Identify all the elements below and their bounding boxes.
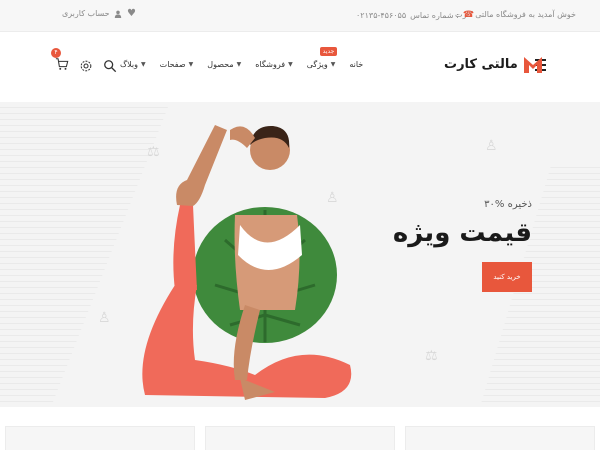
contact-phone: ۰۲۱۳۵-۴۵۶۰۵۵ شماره تماس : ☎ — [356, 10, 474, 20]
phone-icon: ☎ — [462, 10, 475, 20]
decor-figure-icon: ⚖ — [425, 348, 438, 364]
chevron-down-icon: ▼ — [288, 61, 293, 68]
site-logo[interactable]: مالتی کارت — [444, 54, 543, 74]
user-icon — [114, 10, 121, 18]
nav-label: خانه — [349, 60, 364, 69]
cart-button[interactable]: ۴ — [51, 48, 69, 75]
nav-label: صفحات — [159, 60, 186, 69]
cart-icon — [55, 58, 69, 70]
product-card[interactable] — [5, 426, 195, 450]
account-link[interactable]: حساب کاربری — [62, 9, 122, 18]
search-icon[interactable] — [103, 59, 117, 73]
decor-figure-icon: ♙ — [98, 310, 111, 326]
chevron-down-icon: ▼ — [188, 61, 194, 68]
nav-label: فروشگاه — [255, 60, 286, 69]
logo-m-icon — [523, 57, 542, 73]
top-info-bar: خوش آمدید به فروشگاه مالتی کارت ۰۲۱۳۵-۴۵… — [0, 0, 600, 32]
nav-item-pages[interactable]: صفحات ▼ — [160, 60, 194, 69]
phone-label: شماره تماس : — [410, 10, 459, 20]
nav-item-shop[interactable]: فروشگاه ▼ — [255, 60, 292, 69]
hero-discount: ۳۰% ذخیره — [484, 199, 532, 210]
product-card[interactable] — [205, 426, 395, 450]
heart-icon[interactable]: ♥ — [127, 8, 136, 19]
cart-count-badge: ۴ — [51, 48, 61, 58]
nav-item-home[interactable]: خانه — [349, 60, 363, 69]
hero-title: قیمت ویژه — [392, 218, 532, 248]
yoga-woman-image — [142, 125, 352, 400]
nav-label: ویژگی — [306, 60, 328, 69]
hero-banner: ⚖ ♙ ♙ ♙ ⚖ ۳۰% ذخیره قیمت ویژه خرید کنید — [0, 102, 600, 407]
nav-label: محصول — [207, 60, 234, 69]
nav-item-features[interactable]: جدید ویژگی ▼ — [306, 47, 338, 69]
chevron-down-icon: ▼ — [141, 61, 146, 68]
hero-content: ۳۰% ذخیره قیمت ویژه خرید کنید — [393, 199, 532, 292]
chevron-down-icon: ▼ — [330, 61, 336, 68]
account-label: حساب کاربری — [62, 9, 110, 18]
nav-item-blog[interactable]: وبلاگ ▼ — [120, 60, 146, 69]
main-header: مالتی کارت خانه جدید ویژگی ▼ فروشگاه ▼ م… — [0, 32, 600, 102]
logo-text: مالتی کارت — [444, 56, 518, 72]
nav-label: وبلاگ — [120, 60, 139, 69]
main-navigation: خانه جدید ویژگی ▼ فروشگاه ▼ محصول ▼ صفحا… — [120, 47, 363, 69]
settings-icon[interactable] — [79, 59, 93, 73]
product-cards-row — [0, 426, 600, 450]
shop-now-button[interactable]: خرید کنید — [482, 262, 532, 292]
phone-number: ۰۲۱۳۵-۴۵۶۰۵۵ — [356, 10, 407, 20]
nav-item-product[interactable]: محصول ▼ — [207, 60, 241, 69]
chevron-down-icon: ▼ — [236, 61, 242, 68]
decor-figure-icon: ♙ — [485, 138, 498, 154]
product-card[interactable] — [405, 426, 595, 450]
new-badge: جدید — [319, 47, 338, 56]
header-actions: ۴ — [51, 48, 117, 75]
